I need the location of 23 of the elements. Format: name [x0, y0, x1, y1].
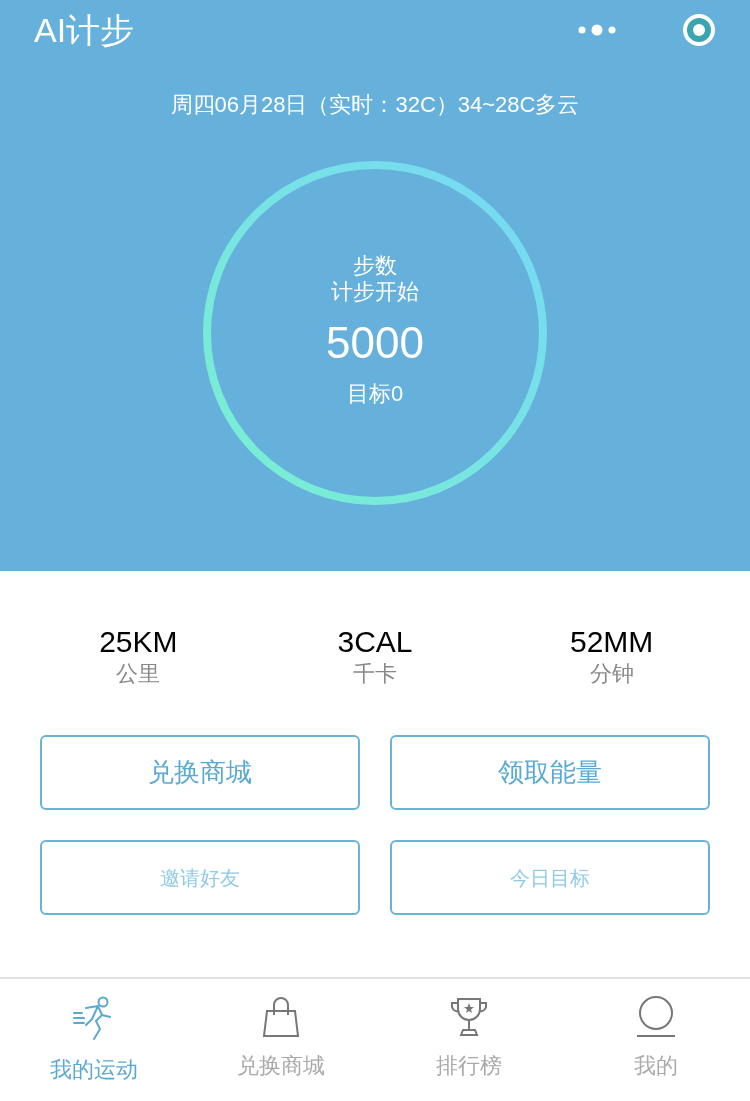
date-weather-text: 周四06月28日（实时：32C）34~28C多云 [170, 94, 580, 116]
steps-label: 步数 [353, 253, 397, 279]
action-button[interactable]: 领取能量 [390, 735, 710, 810]
profile-icon [635, 995, 678, 1039]
step-count: 5000 [326, 321, 424, 365]
tab-item[interactable]: 兑换商城 [187, 979, 375, 1101]
action-button[interactable]: 邀请好友 [40, 840, 360, 915]
tab-item[interactable]: 我的运动 [0, 979, 188, 1101]
stat-value: 52MM [570, 627, 654, 657]
app-title: AI计步 [34, 13, 135, 47]
status-text: 计步开始 [331, 279, 419, 305]
goal-text: 目标0 [346, 383, 404, 405]
shopping-bag-icon [261, 995, 302, 1039]
stat-unit: 公里 [116, 663, 161, 685]
tab-item[interactable]: 我的 [562, 979, 750, 1101]
stat-value: 25KM [99, 627, 178, 657]
close-icon[interactable] [680, 11, 718, 49]
stat-unit: 分钟 [589, 663, 634, 685]
stat-unit: 千卡 [353, 663, 397, 685]
stat-value: 3CAL [337, 627, 413, 657]
tab-item[interactable]: 排行榜 [375, 979, 563, 1101]
action-button[interactable]: 今日目标 [390, 840, 710, 915]
action-button[interactable]: 兑换商城 [40, 735, 360, 810]
